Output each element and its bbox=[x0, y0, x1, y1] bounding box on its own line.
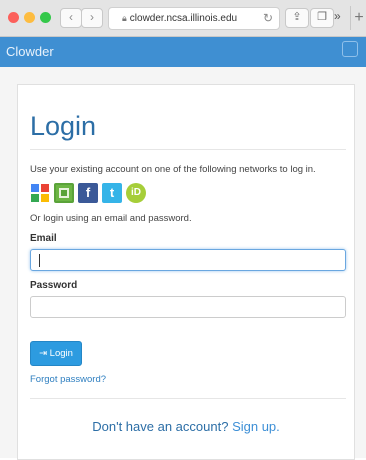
facebook-login-icon[interactable]: f bbox=[78, 183, 98, 203]
signup-link[interactable]: Sign up. bbox=[232, 419, 280, 434]
orcid-login-icon[interactable]: iD bbox=[126, 183, 146, 203]
forward-button[interactable]: › bbox=[81, 8, 103, 28]
browser-window: ‹ › 🔒︎ clowder.ncsa.illinois.edu ↻ ⇪ ❐ » … bbox=[0, 0, 366, 460]
text-caret bbox=[39, 254, 40, 267]
tabs-button[interactable]: ❐ bbox=[310, 8, 334, 28]
back-button[interactable]: ‹ bbox=[60, 8, 82, 28]
chevron-left-icon: ‹ bbox=[69, 10, 73, 24]
close-window-button[interactable] bbox=[8, 12, 19, 23]
crowd-login-icon[interactable] bbox=[54, 183, 74, 203]
zoom-window-button[interactable] bbox=[40, 12, 51, 23]
login-button[interactable]: ⇥ Login bbox=[30, 341, 82, 366]
login-button-label: Login bbox=[49, 348, 73, 359]
browser-toolbar: ‹ › 🔒︎ clowder.ncsa.illinois.edu ↻ ⇪ ❐ » … bbox=[0, 0, 366, 37]
login-card: Login Use your existing account on one o… bbox=[17, 84, 355, 460]
more-button[interactable]: » bbox=[334, 9, 341, 23]
page-content: Login Use your existing account on one o… bbox=[0, 67, 366, 460]
share-icon: ⇪ bbox=[292, 11, 302, 23]
minimize-window-button[interactable] bbox=[24, 12, 35, 23]
signup-prompt: Don't have an account? bbox=[92, 419, 229, 434]
forgot-password-link[interactable]: Forgot password? bbox=[30, 374, 106, 385]
menu-toggle-button[interactable] bbox=[342, 41, 358, 57]
app-navbar: Clowder bbox=[0, 37, 366, 67]
signup-row: Don't have an account? Sign up. bbox=[18, 419, 354, 434]
password-label: Password bbox=[30, 280, 78, 291]
password-field[interactable] bbox=[30, 296, 346, 318]
new-tab-button[interactable]: + bbox=[350, 6, 366, 30]
divider bbox=[30, 398, 346, 399]
twitter-login-icon[interactable]: t bbox=[102, 183, 122, 203]
chevron-right-icon: › bbox=[90, 10, 94, 24]
brand-link[interactable]: Clowder bbox=[6, 44, 54, 59]
sign-in-icon: ⇥ bbox=[39, 348, 48, 359]
address-url: clowder.ncsa.illinois.edu bbox=[129, 13, 238, 24]
address-bar[interactable]: 🔒︎ clowder.ncsa.illinois.edu ↻ bbox=[108, 7, 280, 30]
divider bbox=[30, 149, 346, 150]
lock-icon: 🔒︎ bbox=[122, 13, 127, 23]
share-button[interactable]: ⇪ bbox=[285, 8, 309, 28]
reload-icon[interactable]: ↻ bbox=[263, 8, 273, 29]
email-label: Email bbox=[30, 233, 57, 244]
google-login-icon[interactable] bbox=[30, 183, 50, 203]
email-field[interactable] bbox=[30, 249, 346, 271]
provider-intro-text: Use your existing account on one of the … bbox=[30, 164, 316, 175]
page-title: Login bbox=[30, 111, 97, 141]
email-login-hint: Or login using an email and password. bbox=[30, 213, 192, 224]
tabs-icon: ❐ bbox=[317, 11, 327, 23]
